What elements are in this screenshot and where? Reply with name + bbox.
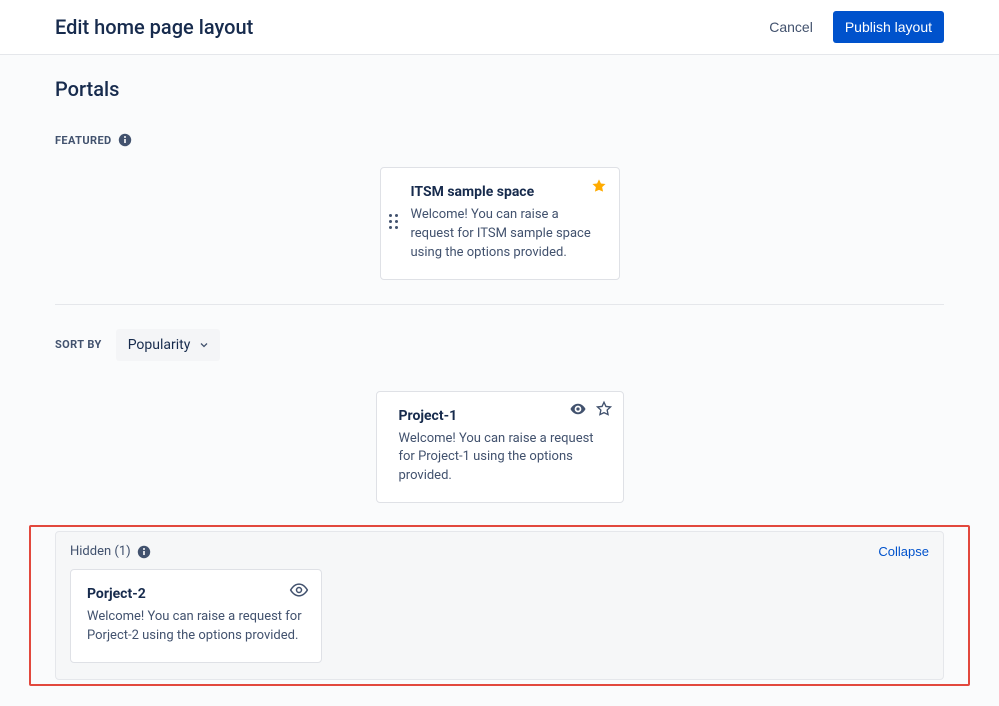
hidden-count-label: Hidden (1) — [70, 544, 131, 559]
featured-portal-card[interactable]: ITSM sample space Welcome! You can raise… — [380, 167, 620, 280]
content-area: Portals FEATURED ITSM sample space Welco… — [0, 55, 999, 706]
cancel-button[interactable]: Cancel — [761, 13, 821, 41]
hidden-panel-header: Hidden (1) Collapse — [70, 544, 929, 559]
portals-heading: Portals — [55, 77, 944, 101]
card-actions — [569, 400, 613, 418]
info-icon[interactable] — [137, 545, 151, 559]
sort-select[interactable]: Popularity — [116, 329, 221, 361]
visible-portals-area: Project-1 Welcome! You can raise a reque… — [55, 391, 944, 504]
highlighted-region: Hidden (1) Collapse Porject-2 Welcome! Y… — [29, 525, 970, 686]
hidden-card-description: Welcome! You can raise a request for Por… — [87, 608, 305, 646]
featured-label: FEATURED — [55, 134, 112, 147]
hidden-portal-card[interactable]: Porject-2 Welcome! You can raise a reque… — [70, 569, 322, 663]
collapse-button[interactable]: Collapse — [878, 544, 929, 559]
eye-icon[interactable] — [569, 400, 587, 418]
page-title: Edit home page layout — [55, 15, 253, 39]
star-filled-icon[interactable] — [591, 178, 607, 194]
featured-card-description: Welcome! You can raise a request for ITS… — [411, 206, 603, 263]
featured-card-title: ITSM sample space — [411, 184, 603, 200]
hidden-label-row: Hidden (1) — [70, 544, 151, 559]
sort-selected-value: Popularity — [128, 337, 191, 353]
topbar: Edit home page layout Cancel Publish lay… — [0, 0, 999, 55]
publish-layout-button[interactable]: Publish layout — [833, 11, 944, 43]
portal-card-description: Welcome! You can raise a request for Pro… — [399, 430, 607, 487]
hidden-card-title: Porject-2 — [87, 586, 305, 602]
chevron-down-icon — [198, 339, 210, 351]
sort-row: SORT BY Popularity — [55, 329, 944, 361]
portal-card[interactable]: Project-1 Welcome! You can raise a reque… — [376, 391, 624, 504]
topbar-actions: Cancel Publish layout — [761, 11, 944, 43]
info-icon[interactable] — [118, 133, 132, 147]
sort-label: SORT BY — [55, 338, 102, 351]
divider — [55, 304, 944, 305]
featured-section-header: FEATURED — [55, 133, 944, 147]
featured-area: ITSM sample space Welcome! You can raise… — [55, 167, 944, 280]
eye-outline-icon[interactable] — [289, 580, 309, 600]
star-outline-icon[interactable] — [595, 400, 613, 418]
hidden-panel: Hidden (1) Collapse Porject-2 Welcome! Y… — [55, 531, 944, 680]
drag-handle-icon[interactable] — [389, 214, 398, 229]
